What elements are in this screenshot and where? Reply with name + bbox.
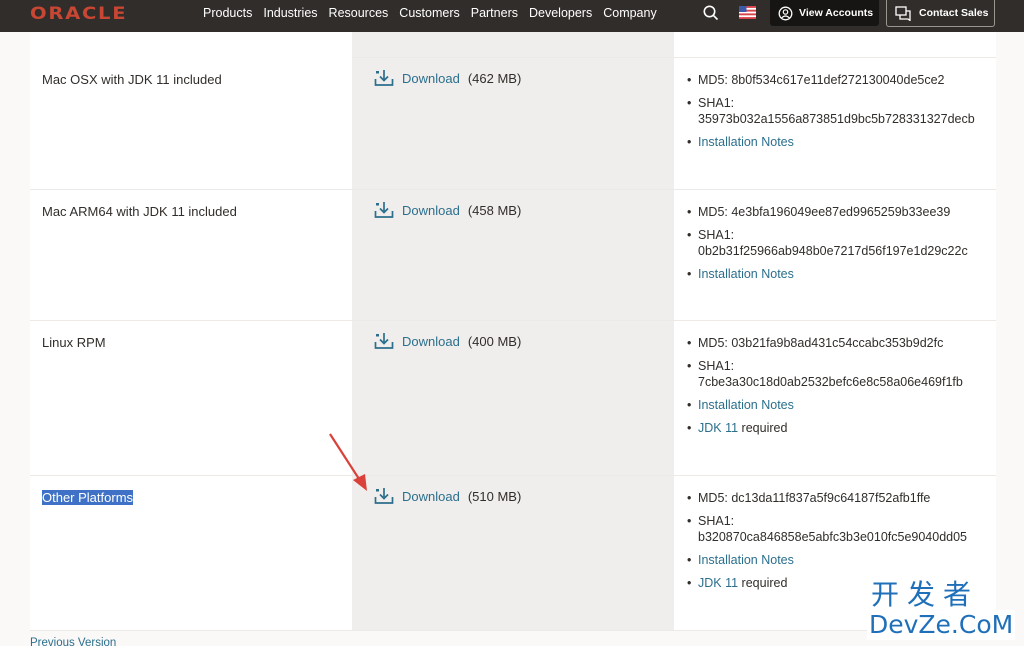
download-icon[interactable] [374,68,394,88]
nav-partners[interactable]: Partners [471,6,518,20]
watermark-cn: 开发者 [867,578,984,612]
previous-version-link[interactable]: Previous Version [30,637,116,646]
table-row-top [30,32,996,60]
platform-name: Mac OSX with JDK 11 included [30,58,352,189]
installation-notes-link[interactable]: Installation Notes [698,135,794,149]
md5-hash: MD5: dc13da11f837a5f9c64187f52afb1ffe [684,490,996,506]
hash-list: MD5: 8b0f534c617e11def272130040de5ce2 SH… [684,72,996,150]
hash-list: MD5: 03b21fa9b8ad431c54ccabc353b9d2fc SH… [684,335,996,436]
platform-name: Mac ARM64 with JDK 11 included [30,190,352,320]
nav-developers[interactable]: Developers [529,6,592,20]
table-row: Other Platforms Download (510 MB) MD5: d… [30,476,996,631]
download-link[interactable]: Download [402,71,460,86]
download-link[interactable]: Download [402,489,460,504]
download-cell: Download (400 MB) [374,331,674,351]
file-size: (400 MB) [467,333,522,349]
table-row: Linux RPM Download (400 MB) MD5: 03b21fa… [30,321,996,476]
md5-hash: MD5: 8b0f534c617e11def272130040de5ce2 [684,72,996,88]
installation-notes-link[interactable]: Installation Notes [698,398,794,412]
platform-name: Linux RPM [30,321,352,475]
chat-icon [895,5,911,21]
installation-notes-link[interactable]: Installation Notes [698,553,794,567]
user-circle-icon [778,6,793,20]
download-icon[interactable] [374,331,394,351]
search-icon[interactable] [702,4,720,22]
watermark: 开发者 DevZe.CoM [855,578,1024,646]
annotation-arrow-icon [329,433,367,491]
download-icon[interactable] [374,486,394,506]
sha1-hash: SHA1:7cbe3a30c18d0ab2532befc6e8c58a06e46… [684,358,996,390]
oracle-logo[interactable]: ORACLE [30,4,127,24]
file-size: (510 MB) [467,488,522,504]
watermark-en: DevZe.CoM [867,610,1016,640]
sha1-hash: SHA1:35973b032a1556a873851d9bc5b72833132… [684,95,996,127]
download-cell: Download (462 MB) [374,68,674,88]
installation-notes-link[interactable]: Installation Notes [698,267,794,281]
contact-sales-button[interactable]: Contact Sales [886,0,995,27]
us-flag-icon[interactable] [739,6,756,19]
sha1-hash: SHA1:b320870ca846858e5abfc3b3e010fc5e904… [684,513,996,545]
md5-hash: MD5: 03b21fa9b8ad431c54ccabc353b9d2fc [684,335,996,351]
md5-hash: MD5: 4e3bfa196049ee87ed9965259b33ee39 [684,204,996,220]
jdk-11-link[interactable]: JDK 11 [698,576,738,590]
nav-links: Products Industries Resources Customers … [203,6,657,20]
jdk-11-link[interactable]: JDK 11 [698,421,738,435]
nav-industries[interactable]: Industries [263,6,317,20]
downloads-table: Mac OSX with JDK 11 included Download (4… [30,32,996,631]
download-cell: Download (458 MB) [374,200,674,220]
nav-company[interactable]: Company [603,6,657,20]
hash-list: MD5: 4e3bfa196049ee87ed9965259b33ee39 SH… [684,204,996,282]
platform-name: Other Platforms [42,490,134,505]
nav-resources[interactable]: Resources [329,6,389,20]
file-size: (458 MB) [467,202,522,218]
hash-list: MD5: dc13da11f837a5f9c64187f52afb1ffe SH… [684,490,996,591]
view-accounts-button[interactable]: View Accounts [770,0,879,26]
download-link[interactable]: Download [402,203,460,218]
view-accounts-label: View Accounts [799,7,874,19]
download-link[interactable]: Download [402,334,460,349]
jdk-requirement: JDK 11 required [684,420,996,436]
download-icon[interactable] [374,200,394,220]
contact-sales-label: Contact Sales [919,7,989,19]
nav-products[interactable]: Products [203,6,252,20]
nav-customers[interactable]: Customers [399,6,459,20]
table-row: Mac OSX with JDK 11 included Download (4… [30,58,996,190]
file-size: (462 MB) [467,70,522,86]
sha1-hash: SHA1:0b2b31f25966ab948b0e7217d56f197e1d2… [684,227,996,259]
top-nav: ORACLE Products Industries Resources Cus… [0,0,1024,32]
table-row: Mac ARM64 with JDK 11 included Download … [30,190,996,321]
download-cell: Download (510 MB) [374,486,674,506]
